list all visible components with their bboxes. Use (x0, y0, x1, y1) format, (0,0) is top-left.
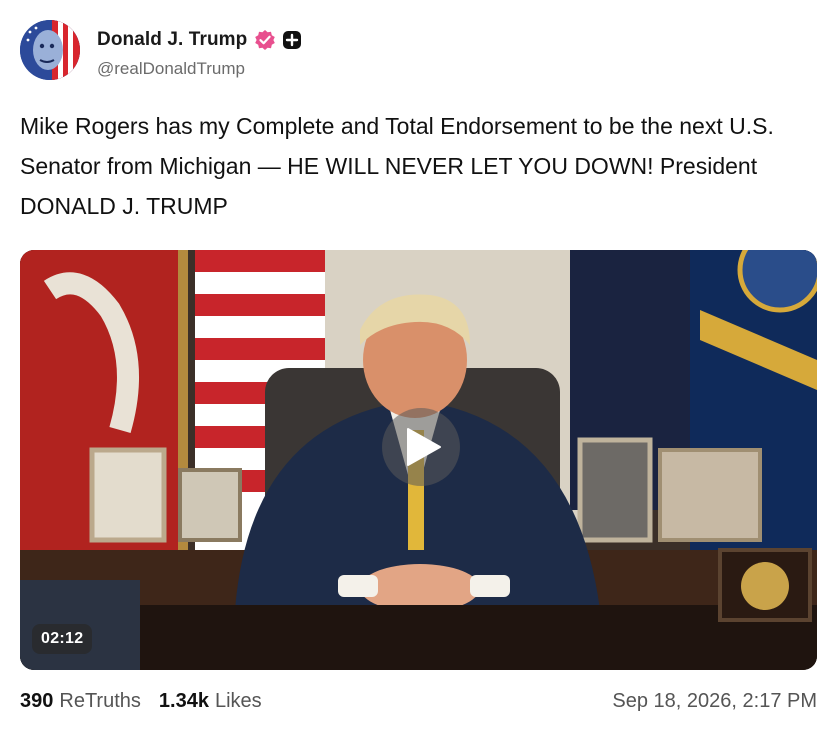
play-button[interactable] (382, 408, 460, 486)
avatar-image (20, 20, 80, 80)
verified-badge-icon (254, 29, 276, 51)
likes-stat[interactable]: 1.34k Likes (159, 690, 262, 713)
video-duration: 02:12 (32, 624, 93, 654)
plus-badge-icon (282, 30, 302, 50)
likes-count: 1.34k (158, 689, 209, 712)
post-header: Donald J. Trump @realDonaldTrump (20, 20, 820, 82)
retruths-label: ReTruths (59, 689, 141, 712)
author-handle[interactable]: @realDonaldTrump (97, 59, 245, 79)
play-icon (407, 428, 441, 466)
post-timestamp[interactable]: Sep 18, 2026, 2:17 PM (612, 690, 817, 713)
post-text: Mike Rogers has my Complete and Total En… (20, 113, 774, 219)
avatar[interactable] (20, 20, 80, 80)
post-footer: 390 ReTruths 1.34k Likes Sep 18, 2026, 2… (20, 686, 817, 716)
retruths-stat[interactable]: 390 ReTruths (20, 690, 141, 713)
likes-label: Likes (214, 689, 262, 712)
retruths-count: 390 (20, 689, 54, 712)
video-player[interactable]: 02:12 (20, 250, 817, 670)
author-name-row: Donald J. Trump (97, 28, 302, 52)
author-display-name[interactable]: Donald J. Trump (97, 29, 247, 51)
